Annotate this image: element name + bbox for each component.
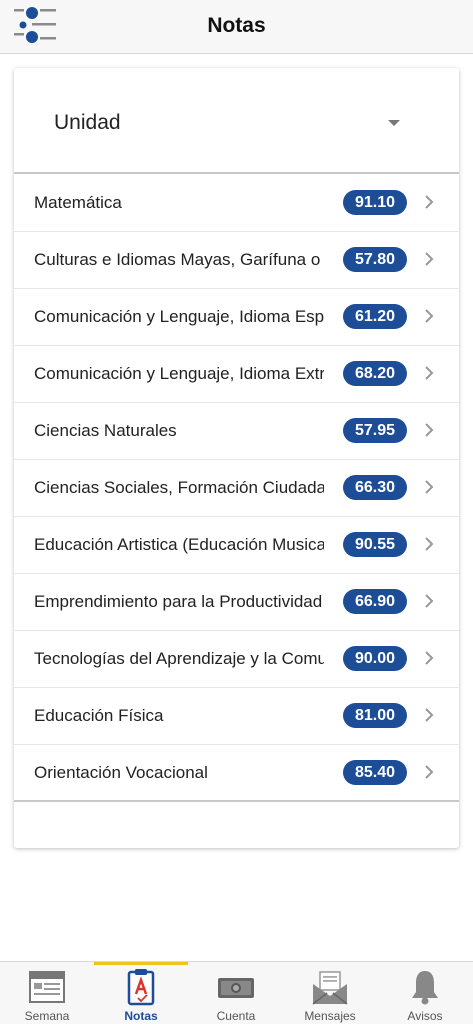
chevron-right-icon: [425, 594, 434, 608]
grade-badge: 90.00: [343, 646, 407, 671]
chevron-right-icon: [425, 708, 434, 722]
subject-row[interactable]: Matemática 91.10: [14, 175, 459, 232]
subject-name: Emprendimiento para la Productividad: [34, 592, 323, 611]
report-card-icon: [127, 969, 155, 1006]
subject-row[interactable]: Emprendimiento para la Productividad 66.…: [14, 574, 459, 631]
subject-row[interactable]: Educación Física 81.00: [14, 688, 459, 745]
subject-name: Matemática: [34, 193, 122, 212]
grade-badge: 66.90: [343, 589, 407, 614]
subject-name: Educación Física: [34, 706, 164, 725]
subject-name: Comunicación y Lenguaje, Idioma Español: [34, 307, 324, 326]
subject-list: Matemática 91.10 Culturas e Idiomas Maya…: [14, 175, 459, 802]
subject-row[interactable]: Educación Artistica (Educación Musical) …: [14, 517, 459, 574]
grades-card: Unidad Matemática 91.10 Culturas e Idiom…: [14, 68, 459, 848]
subject-row[interactable]: Comunicación y Lenguaje, Idioma Español …: [14, 289, 459, 346]
tab-semana[interactable]: Semana: [0, 962, 94, 1024]
grade-badge: 91.10: [343, 190, 407, 215]
bottom-tab-bar: Semana Notas Cuenta Mensajes Avisos: [0, 961, 473, 1024]
money-icon: [218, 978, 254, 998]
grade-badge: 57.80: [343, 247, 407, 272]
subject-row[interactable]: Tecnologías del Aprendizaje y la Comunic…: [14, 631, 459, 688]
tab-label: Mensajes: [304, 1009, 356, 1023]
subject-name: Culturas e Idiomas Mayas, Garífuna o Xin…: [34, 250, 324, 269]
chevron-right-icon: [425, 252, 434, 266]
tab-cuenta[interactable]: Cuenta: [189, 962, 283, 1024]
page-title: Notas: [207, 14, 266, 37]
chevron-right-icon: [425, 480, 434, 494]
subject-name: Comunicación y Lenguaje, Idioma Extranje…: [34, 364, 324, 383]
subject-name: Ciencias Sociales, Formación Ciudadana: [34, 478, 324, 497]
chevron-right-icon: [425, 765, 434, 779]
calendar-icon: [29, 971, 65, 1003]
subject-row[interactable]: Culturas e Idiomas Mayas, Garífuna o Xin…: [14, 232, 459, 289]
tab-label: Cuenta: [216, 1009, 256, 1023]
tab-mensajes[interactable]: Mensajes: [283, 962, 377, 1024]
grade-badge: 66.30: [343, 475, 407, 500]
subject-name: Ciencias Naturales: [34, 421, 177, 440]
active-tab-indicator: [94, 962, 188, 965]
subject-name: Orientación Vocacional: [34, 763, 208, 782]
chevron-right-icon: [425, 309, 434, 323]
tab-label: Avisos: [407, 1009, 443, 1023]
chevron-right-icon: [425, 195, 434, 209]
grade-badge: 81.00: [343, 703, 407, 728]
app-header: Notas: [0, 0, 473, 54]
subject-row[interactable]: Orientación Vocacional 85.40: [14, 745, 459, 802]
grade-badge: 85.40: [343, 760, 407, 785]
grade-badge: 90.55: [343, 532, 407, 557]
tab-avisos[interactable]: Avisos: [378, 962, 472, 1024]
chevron-right-icon: [425, 651, 434, 665]
subject-row[interactable]: Ciencias Naturales 57.95: [14, 403, 459, 460]
subject-row[interactable]: Comunicación y Lenguaje, Idioma Extranje…: [14, 346, 459, 403]
tab-label: Semana: [24, 1009, 70, 1023]
grade-badge: 57.95: [343, 418, 407, 443]
unit-dropdown[interactable]: Unidad: [14, 68, 459, 174]
subject-name: Educación Artistica (Educación Musical): [34, 535, 324, 554]
subject-name: Tecnologías del Aprendizaje y la Comunic…: [34, 649, 324, 668]
bell-icon: [412, 971, 438, 1005]
chevron-right-icon: [425, 423, 434, 437]
caret-down-icon: [388, 120, 400, 126]
tab-notas[interactable]: Notas: [94, 962, 188, 1024]
envelope-icon: [312, 971, 348, 1005]
unit-dropdown-label: Unidad: [54, 111, 121, 134]
tab-label: Notas: [124, 1009, 158, 1023]
chevron-right-icon: [425, 366, 434, 380]
grade-badge: 61.20: [343, 304, 407, 329]
subject-row[interactable]: Ciencias Sociales, Formación Ciudadana 6…: [14, 460, 459, 517]
chevron-right-icon: [425, 537, 434, 551]
grade-badge: 68.20: [343, 361, 407, 386]
